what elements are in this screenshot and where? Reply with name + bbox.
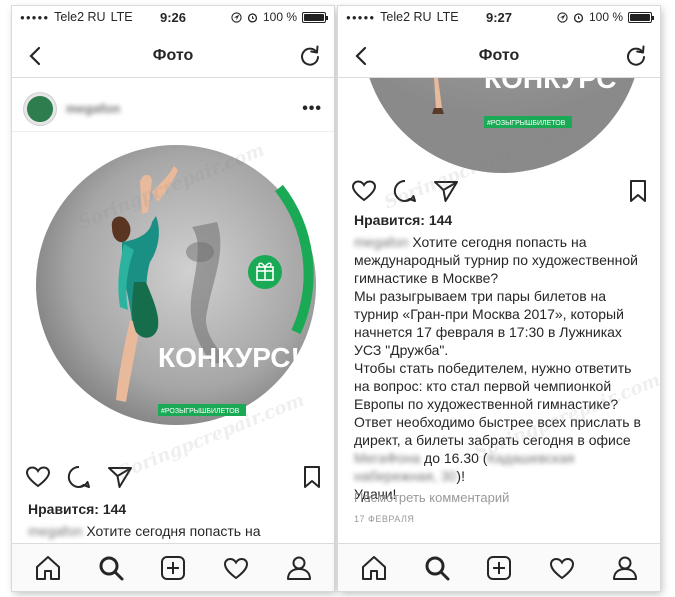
image-tag: #РОЗЫГРЫШБИЛЕТОВ [487, 120, 566, 127]
add-post-icon[interactable] [485, 554, 513, 582]
caption-line: до 16.30 ( [420, 450, 488, 466]
image-tag: #РОЗЫГРЫШБИЛЕТОВ [161, 408, 240, 415]
home-icon[interactable] [34, 554, 62, 582]
profile-icon[interactable] [611, 554, 639, 582]
likes-count[interactable]: Нравится: 144 [28, 501, 126, 517]
post-image[interactable]: КОНКУРС! #РОЗЫГРЫШБИЛЕТОВ [12, 132, 334, 454]
bookmark-icon[interactable] [624, 177, 652, 205]
search-icon[interactable] [97, 554, 125, 582]
left-phone-screen: ●●●●● Tele2 RU LTE 9:26 100 % Фото megaf… [12, 6, 334, 591]
bottom-tab-bar [338, 543, 660, 591]
back-chevron-icon[interactable] [22, 42, 50, 70]
right-phone-screen: ●●●●● Tele2 RU LTE 9:27 100 % Фото КОНКУ… [338, 6, 660, 591]
status-time: 9:27 [485, 9, 513, 25]
navigation-bar: Фото [338, 34, 660, 78]
refresh-icon[interactable] [296, 42, 324, 70]
caption-line: Ответ необходимо быстрее всех прислать в… [354, 414, 641, 448]
post-caption-preview: megafon Хотите сегодня попасть на [28, 522, 320, 540]
battery-icon [628, 11, 654, 23]
activity-heart-icon[interactable] [548, 554, 576, 582]
profile-icon[interactable] [285, 554, 313, 582]
home-icon[interactable] [360, 554, 388, 582]
post-actions [338, 173, 660, 209]
share-send-icon[interactable] [106, 463, 134, 491]
heart-icon[interactable] [350, 177, 378, 205]
view-comments-link[interactable]: Посмотреть комментарий [354, 490, 509, 505]
nav-title: Фото [152, 46, 194, 64]
caption-line: Чтобы стать победителем, нужно ответить … [354, 360, 632, 412]
bookmark-icon[interactable] [298, 463, 326, 491]
image-headline: КОНКУРС [484, 78, 617, 94]
post-header: megafon ••• [12, 86, 334, 132]
caption-blurred-text: МегаФона [354, 450, 421, 466]
caption-line: )! [456, 468, 465, 484]
navigation-bar: Фото [12, 34, 334, 78]
heart-icon[interactable] [24, 463, 52, 491]
battery-icon [302, 11, 328, 23]
refresh-icon[interactable] [622, 42, 650, 70]
likes-count[interactable]: Нравится: 144 [354, 212, 452, 228]
caption-username[interactable]: megafon [28, 523, 82, 539]
status-time: 9:26 [159, 9, 187, 25]
bottom-tab-bar [12, 543, 334, 591]
share-send-icon[interactable] [432, 177, 460, 205]
post-actions [12, 459, 334, 495]
add-post-icon[interactable] [159, 554, 187, 582]
nav-title: Фото [478, 46, 520, 64]
caption-text: Хотите сегодня попасть на [82, 523, 261, 539]
more-options-icon[interactable]: ••• [302, 100, 322, 118]
caption-line: Мы разыгрываем три пары билетов на турни… [354, 288, 624, 358]
post-caption: megafon Хотите сегодня попасть на междун… [354, 233, 646, 503]
comment-bubble-icon[interactable] [391, 177, 419, 205]
comment-bubble-icon[interactable] [65, 463, 93, 491]
search-icon[interactable] [423, 554, 451, 582]
avatar[interactable] [24, 92, 56, 125]
post-username[interactable]: megafon [66, 101, 120, 116]
post-image-scrolled[interactable]: КОНКУРС #РОЗЫГРЫШБИЛЕТОВ [338, 78, 660, 173]
activity-heart-icon[interactable] [222, 554, 250, 582]
image-headline: КОНКУРС! [158, 342, 300, 373]
caption-username[interactable]: megafon [354, 234, 408, 250]
post-date: 17 ФЕВРАЛЯ [354, 514, 415, 524]
status-bar: ●●●●● Tele2 RU LTE 9:27 100 % [338, 6, 660, 28]
status-bar: ●●●●● Tele2 RU LTE 9:26 100 % [12, 6, 334, 28]
back-chevron-icon[interactable] [348, 42, 376, 70]
